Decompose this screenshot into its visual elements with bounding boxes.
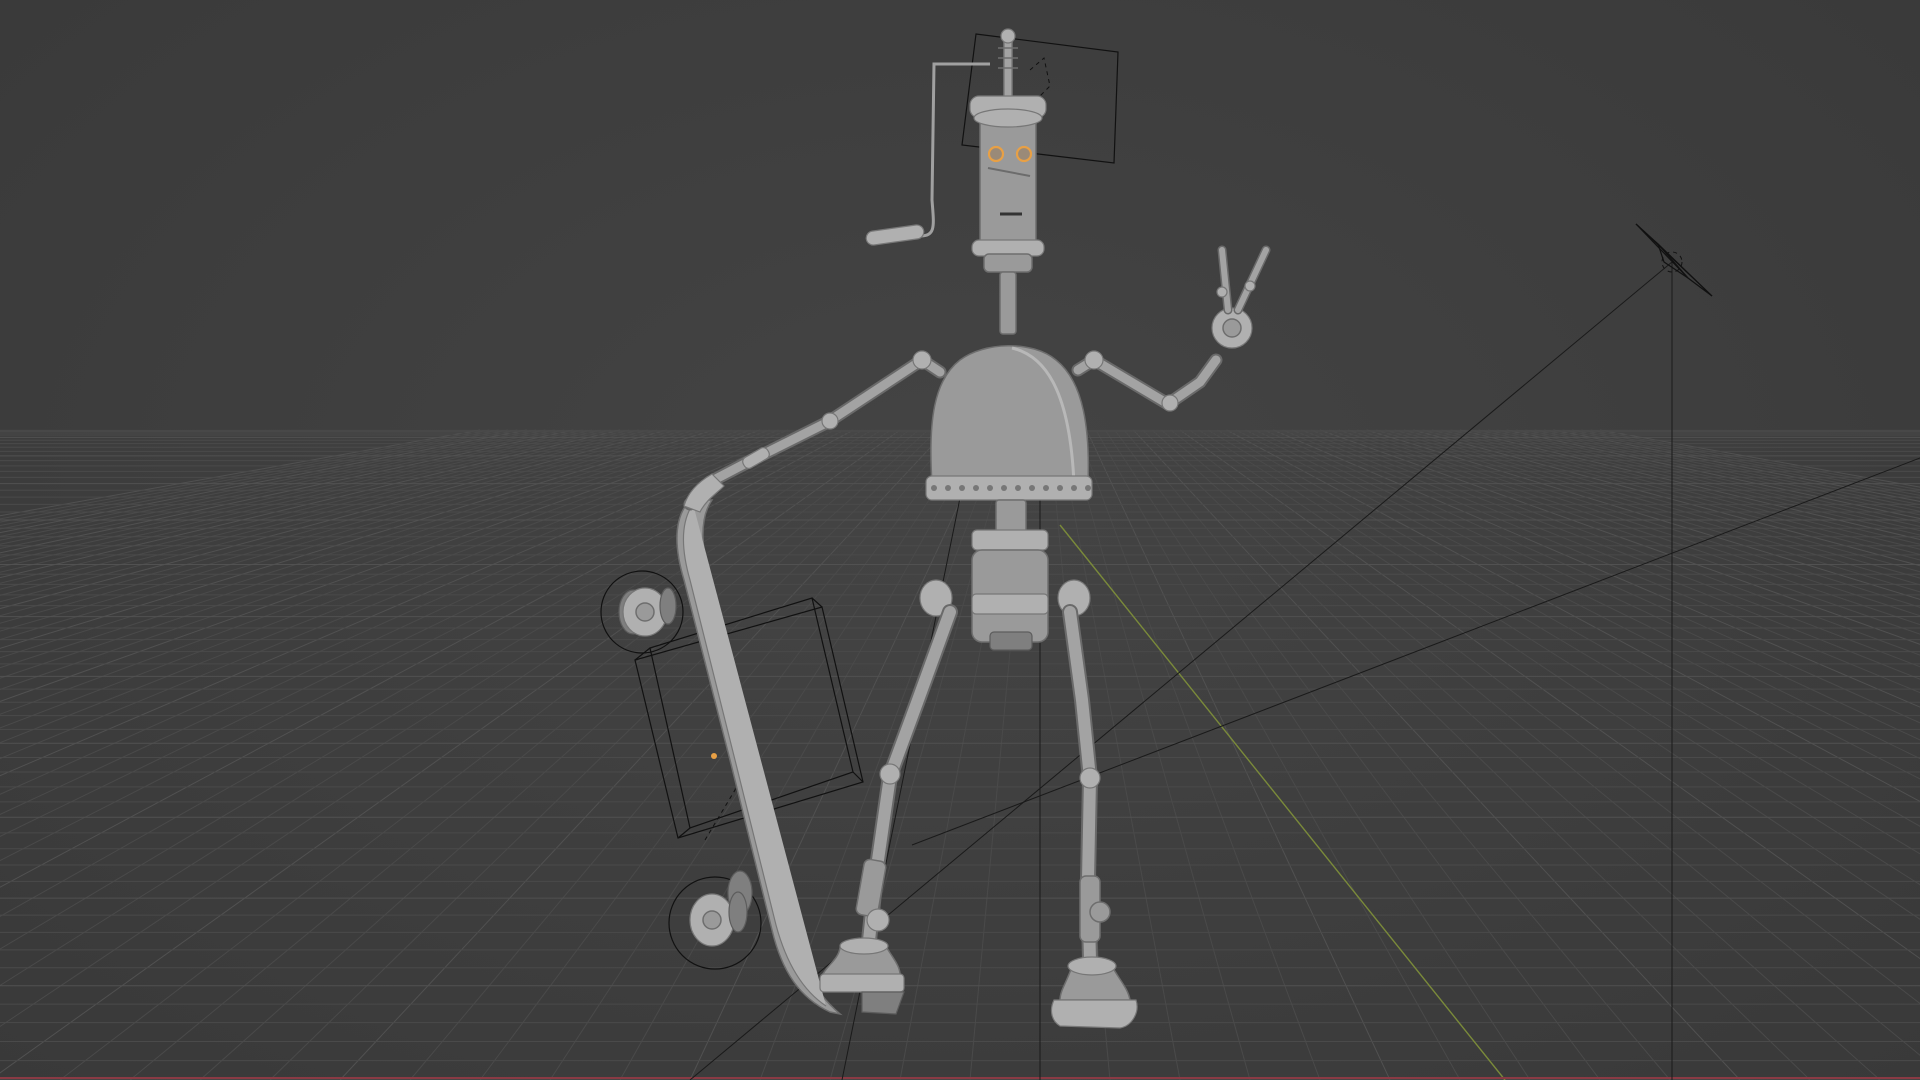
grid-line: [1282, 429, 1920, 694]
left-eye: [987, 145, 1005, 163]
grid-line: [1245, 429, 1920, 760]
grid-line: [1497, 429, 1920, 523]
grid-line: [0, 429, 835, 838]
floor-grid: [0, 429, 1920, 1080]
grid-line: [1478, 429, 1920, 532]
grid-line: [0, 429, 686, 624]
grid-line: [0, 429, 695, 632]
grid-line: [1086, 429, 1391, 1080]
grid-line: [1151, 429, 1881, 1080]
grid-line: [0, 429, 490, 520]
rivet: [1043, 485, 1049, 491]
grid-line: [1123, 429, 1671, 1080]
rivet: [959, 485, 965, 491]
rivet: [1071, 485, 1077, 491]
rivet: [945, 485, 951, 491]
grid-line: [1273, 429, 1920, 708]
grid-line: [1553, 429, 1920, 502]
grid-line: [0, 429, 602, 568]
rivet: [1057, 485, 1063, 491]
grid-line: [1357, 429, 1920, 608]
grid-line: [1179, 429, 1920, 960]
grid-line: [0, 429, 611, 573]
grid-line: [1104, 429, 1531, 1080]
grid-line: [1385, 429, 1920, 586]
rivet: [1001, 485, 1007, 491]
grid-line: [1506, 429, 1920, 520]
grid-line: [1422, 429, 1920, 561]
grid-line: [0, 429, 518, 530]
grid-line: [1319, 429, 1920, 645]
rivet: [987, 485, 993, 491]
grid-line: [0, 429, 649, 596]
grid-line: [59, 429, 910, 1080]
rivet: [931, 485, 937, 491]
grid-line: [1441, 429, 1920, 550]
camera-object[interactable]: [1635, 223, 1713, 297]
grid-line: [1366, 429, 1920, 600]
grid-line: [1114, 429, 1601, 1080]
right-eye: [1015, 145, 1033, 163]
rivet: [1085, 485, 1091, 491]
grid-line: [1235, 429, 1920, 780]
crank-handle[interactable]: [865, 224, 925, 246]
viewport-canvas[interactable]: [0, 0, 1920, 1080]
rivet: [973, 485, 979, 491]
grid-line: [0, 429, 761, 702]
grid-line: [1189, 429, 1920, 920]
grid-line: [1198, 429, 1920, 886]
rivet: [1029, 485, 1035, 491]
3d-viewport[interactable]: [0, 0, 1920, 1080]
grid-line: [0, 429, 621, 579]
grid-line: [1543, 429, 1920, 506]
skateboard-mesh-icon[interactable]: [618, 499, 843, 1016]
grid-line: [1291, 429, 1920, 680]
grid-line: [0, 429, 565, 549]
grid-line: [1142, 429, 1811, 1080]
grid-line: [1394, 429, 1920, 579]
grid-line: [1431, 429, 1920, 556]
grid-line: [1254, 429, 1920, 741]
grid-line: [549, 429, 976, 1080]
grid-line: [1095, 429, 1461, 1080]
rivet: [1015, 485, 1021, 491]
skateboard-origin-dot: [711, 753, 717, 759]
grid-line: [1310, 429, 1920, 656]
grid-line: [1515, 429, 1920, 516]
grid-line: [0, 429, 555, 545]
grid-line: [0, 429, 481, 517]
grid-line: [1161, 429, 1920, 1056]
grid-line: [0, 429, 630, 584]
